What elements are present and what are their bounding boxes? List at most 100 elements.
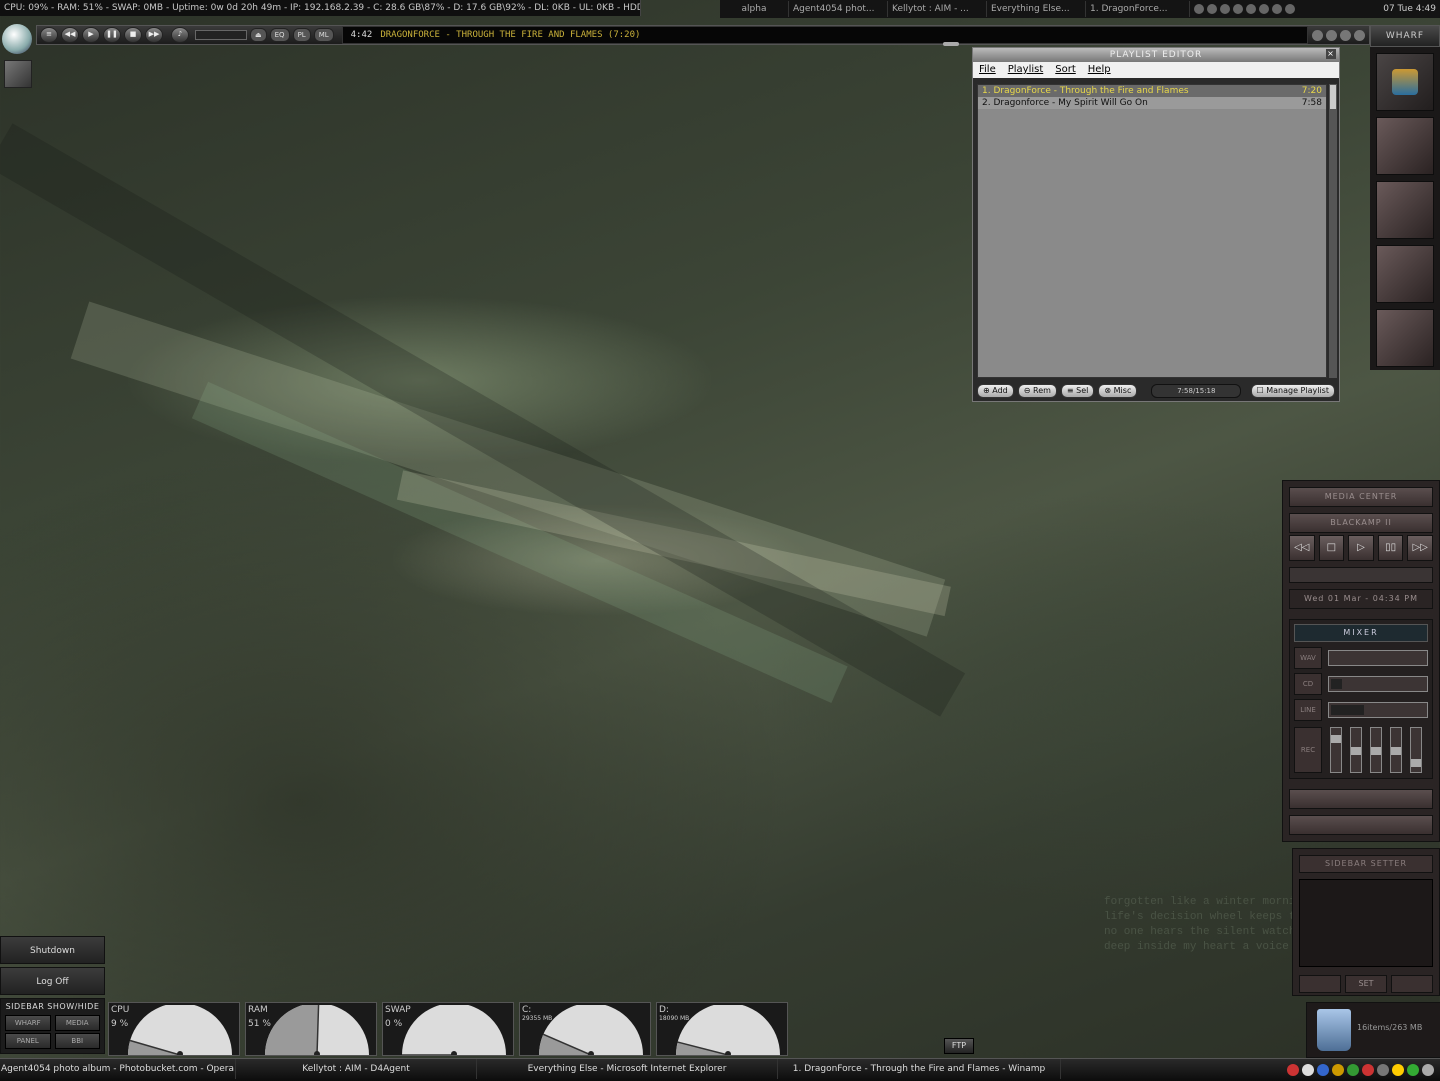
forward-button[interactable]: ▷▷ (1407, 535, 1433, 561)
pause-button[interactable]: ▯▯ (1377, 535, 1404, 561)
playlist-titlebar[interactable]: PLAYLIST EDITOR × (973, 48, 1339, 62)
top-task-opera[interactable]: Agent4054 phot... (789, 1, 888, 17)
tray-icon[interactable] (1272, 4, 1282, 14)
recycle-bin[interactable]: 16items/263 MB (1306, 1002, 1440, 1058)
options-icon[interactable] (1354, 29, 1365, 41)
winamp-menu-icon[interactable]: ≡ (40, 27, 58, 43)
playlist-scrollbar[interactable] (1329, 84, 1337, 378)
visual-icon[interactable] (1340, 29, 1351, 41)
tray-icon[interactable] (1259, 4, 1269, 14)
rec-slider[interactable] (1370, 727, 1382, 773)
play-button[interactable]: ▷ (1348, 535, 1374, 561)
shutdown-button[interactable]: Shutdown (0, 936, 105, 964)
repeat-icon[interactable] (1326, 29, 1337, 41)
seek-handle[interactable] (942, 42, 959, 46)
tray-icon[interactable] (1220, 4, 1230, 14)
volume-slider[interactable] (195, 30, 247, 40)
cd-slider[interactable] (1328, 676, 1428, 692)
speaker-icon[interactable]: ♪ (171, 27, 189, 43)
rec-knob[interactable] (1331, 735, 1341, 743)
pl-button[interactable]: PL (292, 28, 311, 42)
next-button[interactable]: ▶▶ (145, 27, 163, 43)
playlist-item[interactable]: 1. DragonForce - Through the Fire and Fl… (978, 85, 1326, 97)
wharf-slot[interactable] (1376, 309, 1434, 367)
top-task-alpha[interactable]: alpha (720, 1, 789, 17)
pause-button[interactable]: ❚❚ (103, 27, 121, 43)
menu-file[interactable]: File (979, 62, 996, 78)
rec-slider[interactable] (1350, 727, 1362, 773)
setter-right-button[interactable] (1391, 975, 1433, 993)
tray-icon[interactable] (1377, 1064, 1389, 1076)
taskbar-item-aim[interactable]: Kellytot : AIM - D4Agent (236, 1059, 477, 1079)
tray-icon[interactable] (1347, 1064, 1359, 1076)
wharf-slot[interactable] (1376, 245, 1434, 303)
seek-bar[interactable] (1289, 567, 1433, 583)
play-button[interactable]: ▶ (82, 27, 100, 43)
stop-button[interactable]: ■ (124, 27, 142, 43)
tray-icon[interactable] (1422, 1064, 1434, 1076)
wharf-slot[interactable] (1376, 181, 1434, 239)
eject-button[interactable]: ⏏ (250, 28, 267, 42)
prev-button[interactable]: ◀◀ (61, 27, 79, 43)
setter-left-button[interactable] (1299, 975, 1341, 993)
set-button[interactable]: SET (1345, 975, 1387, 993)
menu-help[interactable]: Help (1088, 62, 1111, 78)
logoff-button[interactable]: Log Off (0, 967, 105, 995)
ftp-button[interactable]: FTP (944, 1038, 974, 1054)
ml-button[interactable]: ML (313, 28, 334, 42)
rec-knob[interactable] (1371, 747, 1381, 755)
rec-knob[interactable] (1391, 747, 1401, 755)
stop-button[interactable]: □ (1318, 535, 1345, 561)
tray-icon[interactable] (1392, 1064, 1404, 1076)
taskbar-item-winamp[interactable]: 1. DragonForce - Through the Fire and Fl… (778, 1059, 1061, 1079)
eq-button[interactable]: EQ (269, 28, 290, 42)
aim-logo-icon[interactable] (2, 24, 32, 54)
media-center-title[interactable]: MEDIA CENTER (1289, 487, 1433, 507)
cube-icon[interactable] (4, 60, 32, 88)
tray-icon[interactable] (1302, 1064, 1314, 1076)
toggle-bbi[interactable]: BBI (54, 1033, 100, 1049)
toggle-panel[interactable]: PANEL (5, 1033, 51, 1049)
taskbar-item-opera[interactable]: Agent4054 photo album - Photobucket.com … (0, 1059, 236, 1079)
rec-knob[interactable] (1351, 747, 1361, 755)
scroll-thumb[interactable] (1330, 85, 1336, 109)
tray-icon[interactable] (1207, 4, 1217, 14)
add-button[interactable]: ⊕ Add (977, 384, 1014, 398)
menu-sort[interactable]: Sort (1055, 62, 1076, 78)
top-task-aim[interactable]: Kellytot : AIM - ... (888, 1, 987, 17)
toggle-wharf[interactable]: WHARF (5, 1015, 51, 1031)
rec-slider[interactable] (1390, 727, 1402, 773)
wav-slider[interactable] (1328, 650, 1428, 666)
tray-icon[interactable] (1246, 4, 1256, 14)
rec-slider[interactable] (1330, 727, 1342, 773)
rec-slider[interactable] (1410, 727, 1422, 773)
tray-icon[interactable] (1233, 4, 1243, 14)
line-slider[interactable] (1328, 702, 1428, 718)
taskbar-item-ie[interactable]: Everything Else - Microsoft Internet Exp… (477, 1059, 778, 1079)
select-button[interactable]: ≡ Sel (1060, 384, 1095, 398)
rewind-button[interactable]: ◁◁ (1289, 535, 1315, 561)
tray-icon[interactable] (1407, 1064, 1419, 1076)
misc-button[interactable]: ⊗ Misc (1098, 384, 1138, 398)
tray-icon[interactable] (1362, 1064, 1374, 1076)
tray-icon[interactable] (1332, 1064, 1344, 1076)
manage-playlist-button[interactable]: ☐ Manage Playlist (1250, 384, 1335, 398)
wharf-slot[interactable] (1376, 117, 1434, 175)
playlist-item[interactable]: 2. Dragonforce - My Spirit Will Go On 7:… (978, 97, 1326, 109)
top-task-ie[interactable]: Everything Else... (987, 1, 1086, 17)
tray-icon[interactable] (1194, 4, 1204, 14)
remove-button[interactable]: ⊖ Rem (1017, 384, 1057, 398)
top-task-winamp[interactable]: 1. DragonForce... (1086, 1, 1190, 17)
tray-icon[interactable] (1287, 1064, 1299, 1076)
rec-knob[interactable] (1411, 759, 1421, 767)
shuffle-icon[interactable] (1312, 29, 1323, 41)
menu-playlist[interactable]: Playlist (1008, 62, 1044, 78)
wharf-slot-app[interactable] (1376, 53, 1434, 111)
media-slot[interactable] (1289, 789, 1433, 809)
close-icon[interactable]: × (1326, 49, 1336, 59)
tray-icon[interactable] (1285, 4, 1295, 14)
toggle-media[interactable]: MEDIA (54, 1015, 100, 1031)
media-slot[interactable] (1289, 815, 1433, 835)
tray-icon[interactable] (1317, 1064, 1329, 1076)
player-title: BLACKAMP II (1289, 513, 1433, 533)
